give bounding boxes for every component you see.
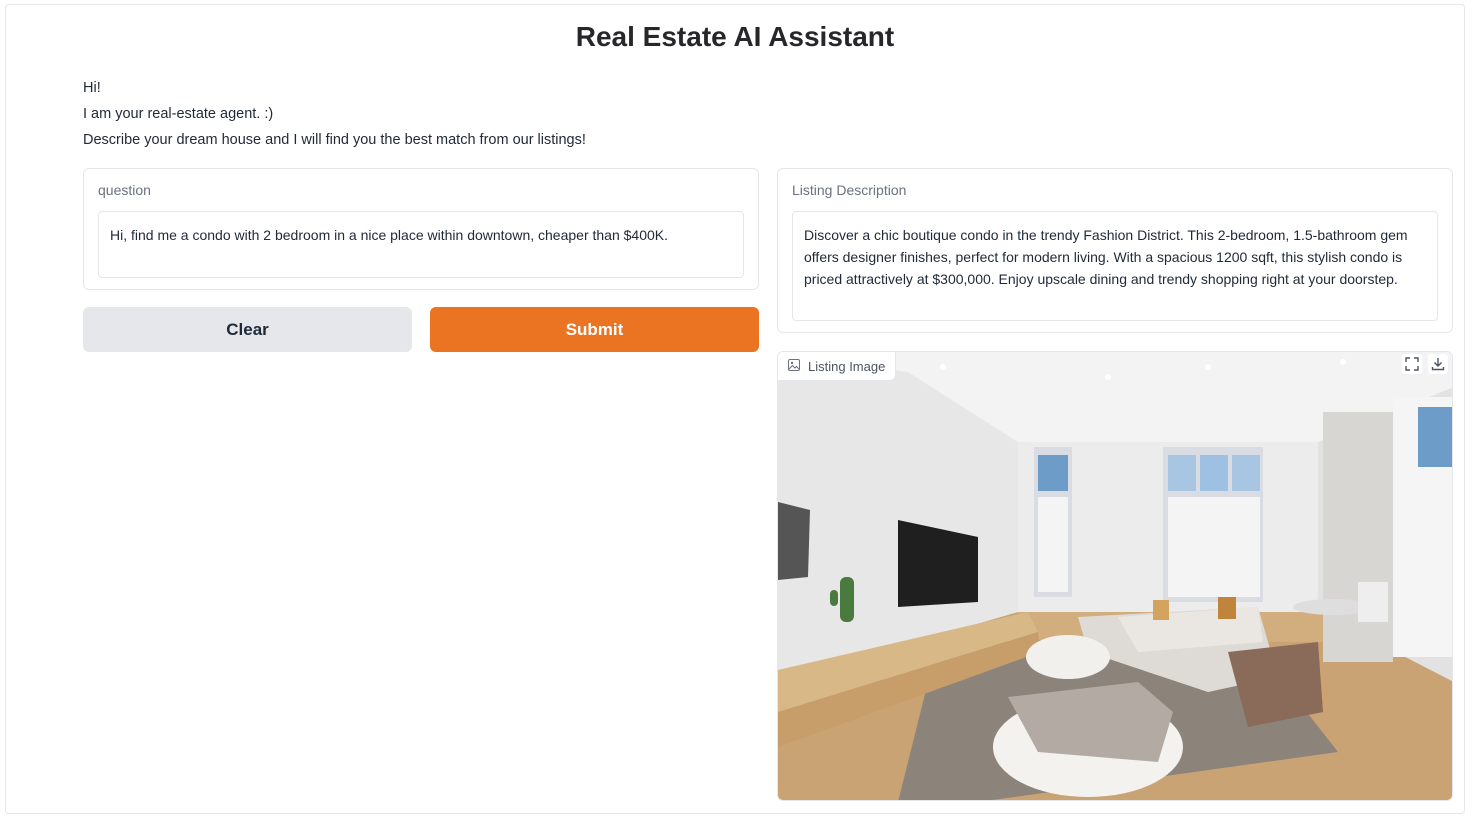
clear-button[interactable]: Clear [83,307,412,352]
submit-button[interactable]: Submit [430,307,759,352]
download-icon[interactable] [1428,354,1448,374]
listing-image-label: Listing Image [808,358,886,374]
fullscreen-icon[interactable] [1402,354,1422,374]
listing-image-panel: Listing Image [777,351,1453,801]
listing-description-output[interactable]: Discover a chic boutique condo in the tr… [792,211,1438,321]
image-icon [788,358,800,374]
image-toolbar [1402,354,1448,374]
intro-text: Hi! I am your real-estate agent. :) Desc… [83,75,586,153]
question-label: question [98,182,151,198]
listing-description-panel: Listing Description Discover a chic bout… [777,168,1453,333]
intro-agent-line: I am your real-estate agent. :) [83,106,274,122]
listing-image [778,352,1452,800]
question-input[interactable]: Hi, find me a condo with 2 bedroom in a … [98,211,744,278]
intro-instructions: Describe your dream house and I will fin… [83,132,586,148]
listing-description-label: Listing Description [792,182,907,198]
question-panel: question Hi, find me a condo with 2 bedr… [83,168,759,290]
app-container: Real Estate AI Assistant Hi! I am your r… [5,4,1465,814]
page-title: Real Estate AI Assistant [575,21,895,52]
intro-greeting: Hi! [83,80,101,96]
listing-image-label-tag: Listing Image [778,352,897,381]
